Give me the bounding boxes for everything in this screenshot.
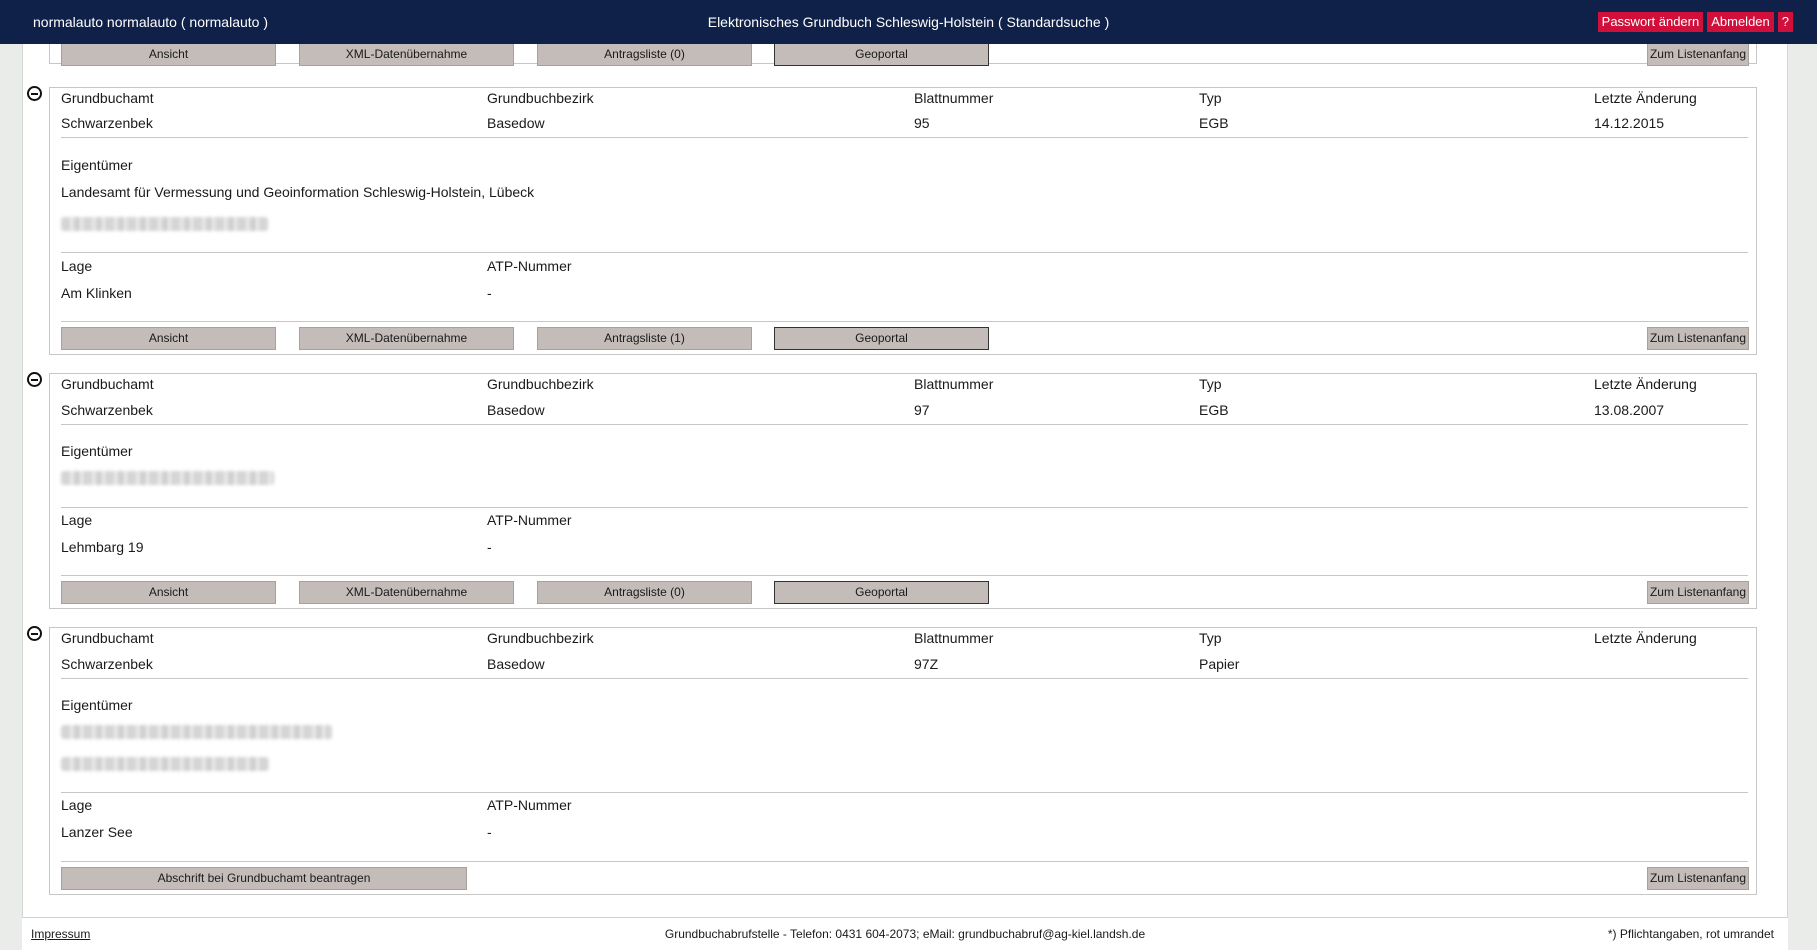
xml-button[interactable]: XML-Datenübernahme — [299, 43, 514, 66]
label-grundbuchamt: Grundbuchamt — [61, 630, 154, 646]
footer-note: *) Pflichtangaben, rot umrandet — [1607, 927, 1774, 941]
xml-button[interactable]: XML-Datenübernahme — [299, 327, 514, 350]
value-lage: Lanzer See — [61, 824, 133, 840]
geoportal-button[interactable]: Geoportal — [774, 327, 989, 350]
app-header: normalauto normalauto ( normalauto ) Ele… — [0, 0, 1817, 44]
label-eigentuemer: Eigentümer — [61, 157, 133, 173]
value-blattnummer: 97 — [914, 402, 930, 418]
label-blattnummer: Blattnummer — [914, 376, 994, 392]
value-letzte-aenderung: 13.08.2007 — [1594, 402, 1665, 418]
divider — [61, 575, 1748, 576]
xml-button[interactable]: XML-Datenübernahme — [299, 581, 514, 604]
label-grundbuchbezirk: Grundbuchbezirk — [487, 376, 594, 392]
redacted-owner — [61, 471, 274, 485]
zum-listenanfang-button[interactable]: Zum Listenanfang — [1647, 867, 1749, 890]
abschrift-button[interactable]: Abschrift bei Grundbuchamt beantragen — [61, 867, 467, 890]
divider — [61, 792, 1748, 793]
label-letzte-aenderung: Letzte Änderung — [1594, 630, 1697, 646]
ansicht-button[interactable]: Ansicht — [61, 43, 276, 66]
logout-button[interactable]: Abmelden — [1707, 12, 1774, 32]
divider — [61, 424, 1748, 425]
right-scrollbar-gutter[interactable] — [1788, 0, 1817, 950]
record-panel-2: Grundbuchamt Grundbuchbezirk Blattnummer… — [49, 373, 1757, 609]
label-typ: Typ — [1199, 90, 1222, 106]
record-panel-3: Grundbuchamt Grundbuchbezirk Blattnummer… — [49, 627, 1757, 895]
value-grundbuchamt: Schwarzenbek — [61, 115, 153, 131]
page-title: Elektronisches Grundbuch Schleswig-Holst… — [707, 14, 1110, 30]
label-atp-nummer: ATP-Nummer — [487, 258, 572, 274]
label-letzte-aenderung: Letzte Änderung — [1594, 90, 1697, 106]
collapse-icon[interactable] — [27, 86, 42, 101]
value-grundbuchamt: Schwarzenbek — [61, 656, 153, 672]
divider — [61, 861, 1748, 862]
value-lage: Am Klinken — [61, 285, 132, 301]
value-lage: Lehmbarg 19 — [61, 539, 144, 555]
antragsliste-button[interactable]: Antragsliste (1) — [537, 327, 752, 350]
label-eigentuemer: Eigentümer — [61, 697, 133, 713]
zum-listenanfang-button[interactable]: Zum Listenanfang — [1647, 327, 1749, 350]
label-typ: Typ — [1199, 376, 1222, 392]
value-typ: Papier — [1199, 656, 1240, 672]
value-typ: EGB — [1199, 115, 1229, 131]
divider — [61, 252, 1748, 253]
value-grundbuchamt: Schwarzenbek — [61, 402, 153, 418]
ansicht-button[interactable]: Ansicht — [61, 581, 276, 604]
value-grundbuchbezirk: Basedow — [487, 115, 545, 131]
label-letzte-aenderung: Letzte Änderung — [1594, 376, 1697, 392]
label-grundbuchbezirk: Grundbuchbezirk — [487, 90, 594, 106]
footer-contact: Grundbuchabrufstelle - Telefon: 0431 604… — [664, 927, 1146, 941]
zum-listenanfang-button[interactable]: Zum Listenanfang — [1647, 43, 1749, 66]
value-typ: EGB — [1199, 402, 1229, 418]
zum-listenanfang-button[interactable]: Zum Listenanfang — [1647, 581, 1749, 604]
geoportal-button[interactable]: Geoportal — [774, 581, 989, 604]
value-blattnummer: 95 — [914, 115, 930, 131]
collapse-icon[interactable] — [27, 626, 42, 641]
label-lage: Lage — [61, 797, 93, 813]
antragsliste-button[interactable]: Antragsliste (0) — [537, 43, 752, 66]
value-letzte-aenderung: 14.12.2015 — [1594, 115, 1665, 131]
label-atp-nummer: ATP-Nummer — [487, 512, 572, 528]
collapse-icon[interactable] — [27, 372, 42, 387]
left-gutter — [0, 0, 22, 950]
page-footer: Impressum Grundbuchabrufstelle - Telefon… — [22, 917, 1788, 950]
value-atp-nummer: - — [487, 539, 492, 555]
label-lage: Lage — [61, 258, 93, 274]
value-grundbuchbezirk: Basedow — [487, 656, 545, 672]
antragsliste-button[interactable]: Antragsliste (0) — [537, 581, 752, 604]
redacted-owner — [61, 217, 268, 231]
divider — [61, 137, 1748, 138]
redacted-owner — [61, 757, 269, 771]
divider — [61, 507, 1748, 508]
geoportal-button[interactable]: Geoportal — [774, 43, 989, 66]
divider — [61, 678, 1748, 679]
label-eigentuemer: Eigentümer — [61, 443, 133, 459]
owner-name: Landesamt für Vermessung und Geoinformat… — [61, 184, 535, 200]
change-password-button[interactable]: Passwort ändern — [1597, 12, 1704, 32]
divider — [61, 321, 1748, 322]
label-blattnummer: Blattnummer — [914, 90, 994, 106]
value-blattnummer: 97Z — [914, 656, 939, 672]
ansicht-button[interactable]: Ansicht — [61, 327, 276, 350]
label-blattnummer: Blattnummer — [914, 630, 994, 646]
label-grundbuchamt: Grundbuchamt — [61, 376, 154, 392]
label-grundbuchbezirk: Grundbuchbezirk — [487, 630, 594, 646]
value-grundbuchbezirk: Basedow — [487, 402, 545, 418]
value-atp-nummer: - — [487, 285, 492, 301]
label-grundbuchamt: Grundbuchamt — [61, 90, 154, 106]
help-button[interactable]: ? — [1777, 12, 1793, 32]
label-atp-nummer: ATP-Nummer — [487, 797, 572, 813]
value-atp-nummer: - — [487, 824, 492, 840]
header-actions: Passwort ändern Abmelden ? — [1597, 12, 1793, 32]
record-panel-1: Grundbuchamt Grundbuchbezirk Blattnummer… — [49, 87, 1757, 355]
label-typ: Typ — [1199, 630, 1222, 646]
redacted-owner — [61, 725, 332, 739]
label-lage: Lage — [61, 512, 93, 528]
